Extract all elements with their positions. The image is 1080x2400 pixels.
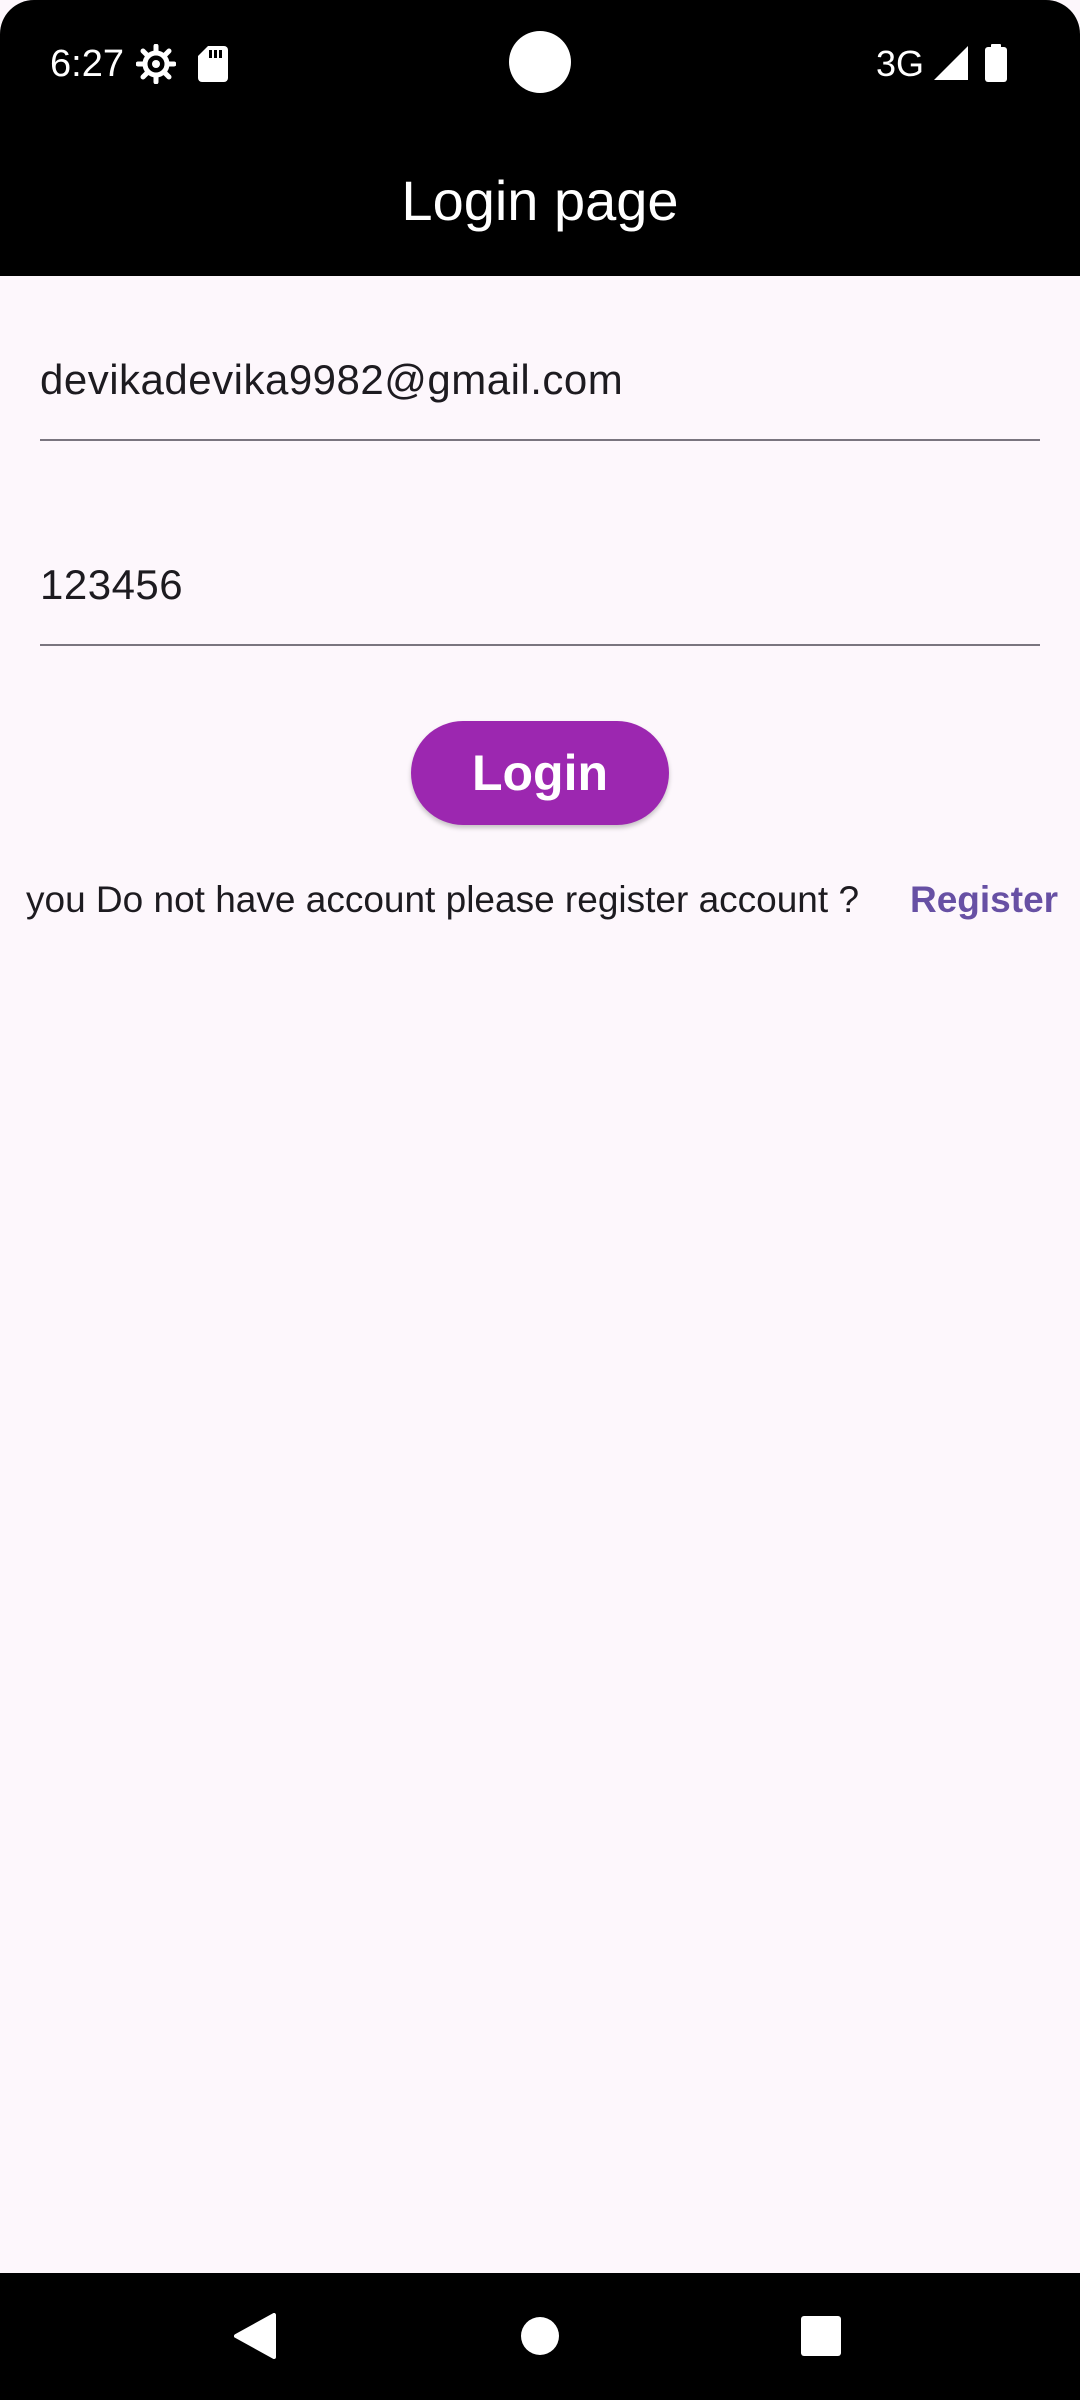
login-button[interactable]: Login	[411, 721, 669, 825]
recents-icon[interactable]	[801, 2316, 841, 2361]
app-bar: Login page	[0, 128, 1080, 276]
login-screen: 6:27 3G Login page devikadevika9982@gmai…	[0, 0, 1080, 2400]
email-field[interactable]: devikadevika9982@gmail.com	[40, 345, 1040, 441]
camera-cutout	[509, 31, 571, 93]
network-type: 3G	[876, 43, 925, 84]
register-prompt: you Do not have account please register …	[26, 879, 860, 920]
navigation-bar	[0, 2273, 1080, 2400]
signal-icon	[934, 46, 968, 85]
status-time: 6:27	[50, 43, 124, 85]
page-title: Login page	[401, 169, 679, 232]
sd-card-icon	[198, 46, 228, 87]
password-value: 123456	[40, 561, 184, 608]
home-icon[interactable]	[520, 2316, 560, 2361]
email-value: devikadevika9982@gmail.com	[40, 356, 624, 403]
register-link[interactable]: Register	[910, 872, 1058, 928]
gear-icon	[135, 43, 177, 89]
back-icon[interactable]	[234, 2313, 276, 2364]
status-bar: 6:27 3G	[0, 0, 1080, 128]
battery-icon	[985, 44, 1007, 87]
password-field[interactable]: 123456	[40, 550, 1040, 646]
